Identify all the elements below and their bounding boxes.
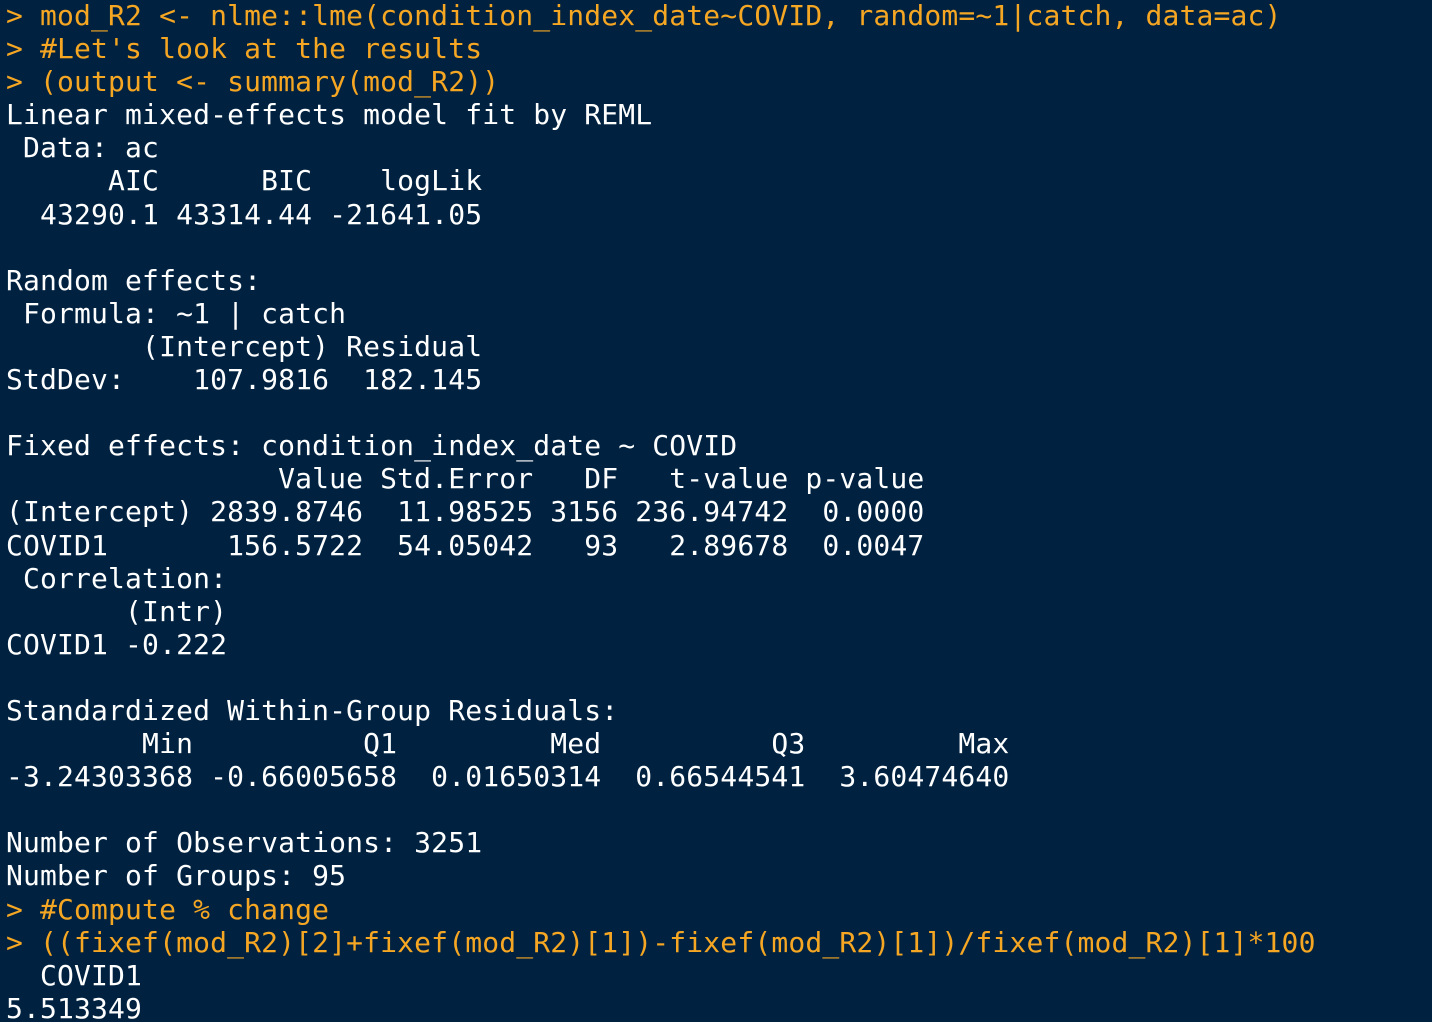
console-output-line: Value Std.Error DF t-value p-value xyxy=(6,462,925,496)
console-command-line: > #Compute % change xyxy=(6,893,1432,926)
console-command-line: > (output <- summary(mod_R2)) xyxy=(6,65,1432,98)
console-output-line: Random effects: xyxy=(6,263,262,297)
console-prompt: > xyxy=(6,925,41,959)
console-output-line: COVID1 156.5722 54.05042 93 2.89678 0.00… xyxy=(6,528,925,562)
console-command-text: #Compute % change xyxy=(40,892,330,926)
console-output-line: 5.513349 xyxy=(6,991,143,1021)
console-output-line: Min Q1 Med Q3 Max xyxy=(6,727,1010,761)
console-prompt: > xyxy=(6,0,41,32)
console-output-line: Linear mixed-effects model fit by REML xyxy=(6,98,653,132)
console-output-line: -3.24303368 -0.66005658 0.01650314 0.665… xyxy=(6,760,1010,794)
console-output-line: Number of Groups: 95 xyxy=(6,859,347,893)
r-console-output[interactable]: > mod_R2 <- nlme::lme(condition_index_da… xyxy=(6,0,1432,1021)
console-output-line: Fixed effects: condition_index_date ~ CO… xyxy=(6,429,738,463)
console-command-line: > #Let's look at the results xyxy=(6,32,1432,65)
console-output-line: Data: ac xyxy=(6,131,160,165)
console-prompt: > xyxy=(6,892,41,926)
console-output-line: COVID1 xyxy=(6,958,143,992)
console-output-line: 43290.1 43314.44 -21641.05 xyxy=(6,197,483,231)
console-output-line: Formula: ~1 | catch xyxy=(6,296,347,330)
console-output-line: COVID1 -0.222 xyxy=(6,627,228,661)
console-output-line: (Intr) xyxy=(6,594,228,628)
console-command-text: ((fixef(mod_R2)[2]+fixef(mod_R2)[1])-fix… xyxy=(40,925,1316,959)
console-output-line: StdDev: 107.9816 182.145 xyxy=(6,363,483,397)
console-command-line: > mod_R2 <- nlme::lme(condition_index_da… xyxy=(6,0,1432,32)
console-prompt: > xyxy=(6,32,41,66)
console-output-line: Standardized Within-Group Residuals: xyxy=(6,693,619,727)
console-output-line: Number of Observations: 3251 xyxy=(6,826,483,860)
console-command-line: > ((fixef(mod_R2)[2]+fixef(mod_R2)[1])-f… xyxy=(6,926,1432,959)
console-output-line: (Intercept) Residual xyxy=(6,329,483,363)
console-command-text: mod_R2 <- nlme::lme(condition_index_date… xyxy=(40,0,1282,32)
console-output-line: Correlation: xyxy=(6,561,228,595)
console-command-text: #Let's look at the results xyxy=(40,32,483,66)
console-command-text: (output <- summary(mod_R2)) xyxy=(40,65,500,99)
console-output-line: (Intercept) 2839.8746 11.98525 3156 236.… xyxy=(6,495,925,529)
console-prompt: > xyxy=(6,65,41,99)
console-output-line: AIC BIC logLik xyxy=(6,164,483,198)
